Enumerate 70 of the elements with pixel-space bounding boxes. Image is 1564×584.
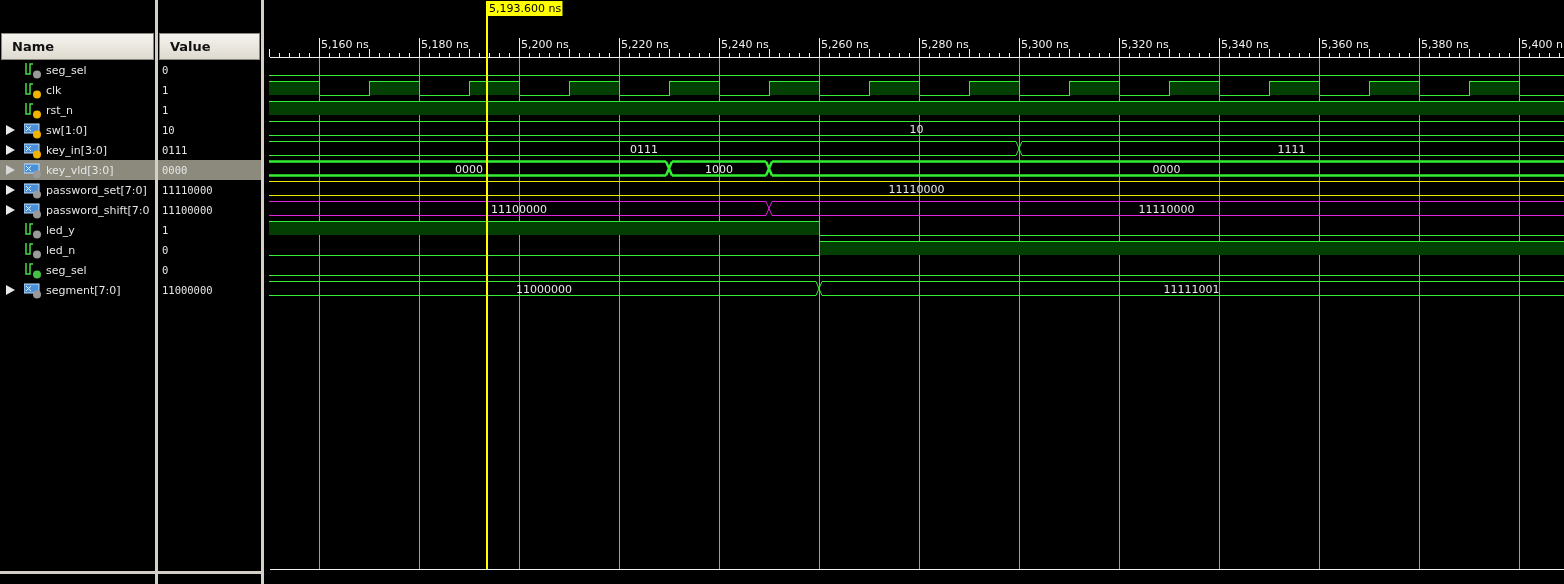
- bus-icon: [24, 281, 42, 299]
- signal-name: key_vld[3:0]: [46, 163, 114, 177]
- value-column-header[interactable]: Value: [159, 33, 260, 60]
- time-label: 5,180 ns: [421, 38, 469, 51]
- signal-row[interactable]: seg_sel: [0, 260, 155, 280]
- signal-row[interactable]: led_y: [0, 220, 155, 240]
- waveform-icon: [24, 241, 42, 259]
- signal-name: led_n: [46, 243, 76, 257]
- signal-value: 0: [161, 63, 170, 78]
- bus-value: 11110000: [1138, 202, 1195, 216]
- signal-row[interactable]: seg_sel: [0, 60, 155, 80]
- time-label: 5,300 ns: [1021, 38, 1069, 51]
- time-label: 5,220 ns: [621, 38, 669, 51]
- waveform-icon: [24, 81, 42, 99]
- time-label: 5,360 ns: [1321, 38, 1369, 51]
- signal-row[interactable]: rst_n: [0, 100, 155, 120]
- signal-value: 11000000: [161, 283, 214, 298]
- bus-value: 0000: [455, 162, 483, 176]
- name-column-header[interactable]: Name: [1, 33, 154, 60]
- signal-name: segment[7:0]: [46, 283, 121, 297]
- bus-icon: [24, 181, 42, 199]
- time-label: 5,340 ns: [1221, 38, 1269, 51]
- signal-name: sw[1:0]: [46, 123, 87, 137]
- waveform-icon: [24, 61, 42, 79]
- expand-icon[interactable]: [6, 285, 15, 295]
- signal-name: led_y: [46, 223, 75, 237]
- signal-value: 11100000: [161, 203, 214, 218]
- time-label: 5,320 ns: [1121, 38, 1169, 51]
- signal-value: 11110000: [161, 183, 214, 198]
- time-label: 5,200 ns: [521, 38, 569, 51]
- time-label: 5,380 ns: [1421, 38, 1469, 51]
- signal-value: 1: [161, 103, 170, 118]
- signal-row[interactable]: sw[1:0]: [0, 120, 155, 140]
- time-label: 5,400 n: [1521, 38, 1563, 51]
- signal-value: 10: [161, 123, 176, 138]
- waveform-icon: [24, 221, 42, 239]
- bus-icon: [24, 141, 42, 159]
- signal-value: 0: [161, 243, 170, 258]
- signal-name: clk: [46, 83, 62, 97]
- signal-name: key_in[3:0]: [46, 143, 108, 157]
- waveform-icon: [24, 261, 42, 279]
- signal-name: password_shift[7:0: [46, 203, 150, 217]
- signal-row[interactable]: password_shift[7:0: [0, 200, 155, 220]
- bus-icon: [24, 161, 42, 179]
- signal-value: 1: [161, 83, 170, 98]
- cursor-time-label: 5,193.600 ns: [486, 1, 563, 16]
- bus-value: 11111001: [1163, 282, 1220, 296]
- waveform-icon: [24, 101, 42, 119]
- signal-row[interactable]: clk: [0, 80, 155, 100]
- signal-name: rst_n: [46, 103, 74, 117]
- time-label: 5,160 ns: [321, 38, 369, 51]
- signal-row[interactable]: led_n: [0, 240, 155, 260]
- time-label: 5,280 ns: [921, 38, 969, 51]
- signal-row[interactable]: key_in[3:0]: [0, 140, 155, 160]
- time-label: 5,240 ns: [721, 38, 769, 51]
- bus-value: 0111: [630, 142, 658, 156]
- bus-value: 1111: [1277, 142, 1306, 156]
- signal-name: password_set[7:0]: [46, 183, 147, 197]
- signal-value: 0: [161, 263, 170, 278]
- time-label: 5,260 ns: [821, 38, 869, 51]
- bus-icon: [24, 121, 42, 139]
- signal-value: 0000: [158, 160, 261, 180]
- signal-name: seg_sel: [46, 263, 87, 277]
- signal-value: 0111: [161, 143, 189, 158]
- signal-name: seg_sel: [46, 63, 87, 77]
- bus-value: 0000: [1152, 162, 1181, 176]
- bus-icon: [24, 201, 42, 219]
- signal-row[interactable]: password_set[7:0]: [0, 180, 155, 200]
- signal-row[interactable]: segment[7:0]: [0, 280, 155, 300]
- signal-value: 1: [161, 223, 170, 238]
